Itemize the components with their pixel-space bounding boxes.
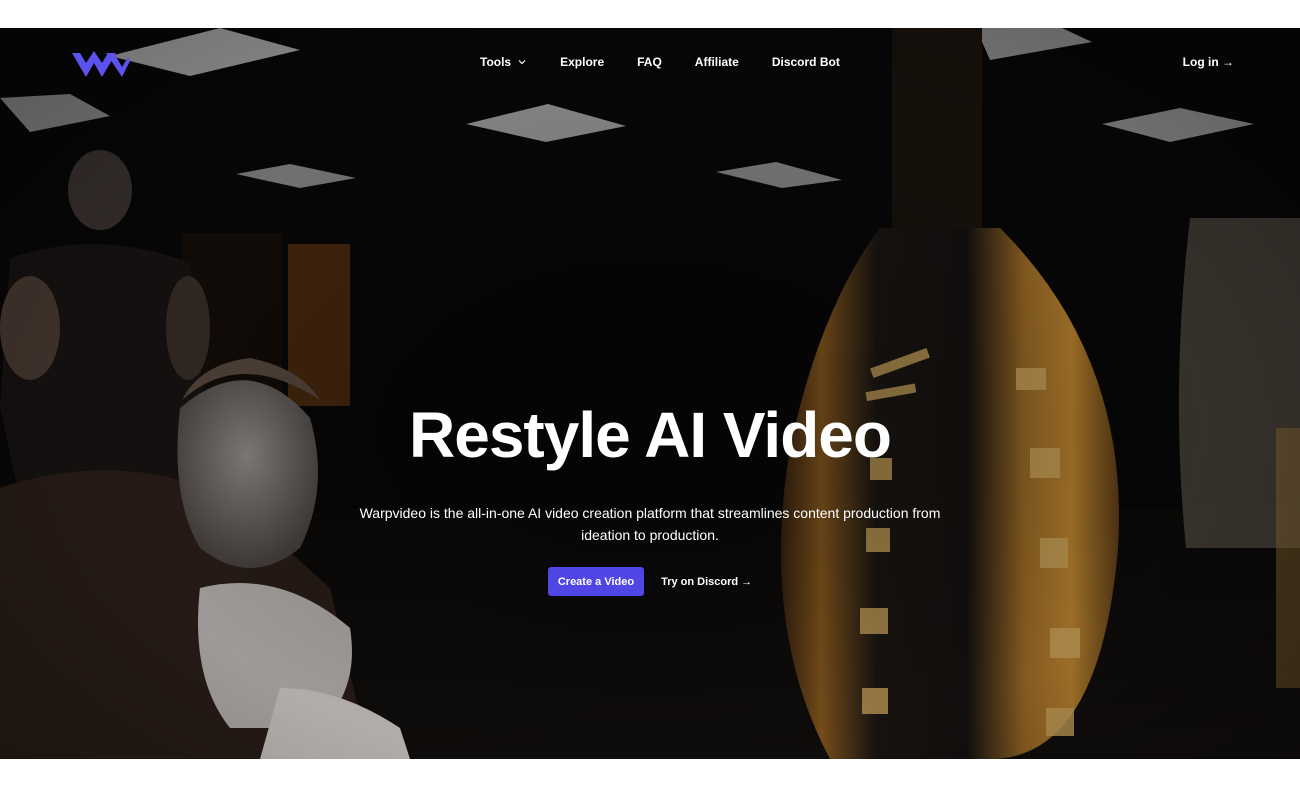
nav-affiliate[interactable]: Affiliate [695, 55, 739, 69]
nav-links: Tools Explore FAQ Affiliate Discord Bot [480, 55, 840, 69]
warpvideo-w-logo-icon[interactable] [70, 49, 130, 81]
hero-background-video [0, 28, 1300, 759]
nav-tools[interactable]: Tools [480, 55, 527, 69]
try-on-discord-link[interactable]: Try on Discord → [661, 576, 752, 588]
create-video-button[interactable]: Create a Video [547, 567, 645, 596]
hero-subtitle: Warpvideo is the all-in-one AI video cre… [359, 505, 941, 543]
nav-discord-bot[interactable]: Discord Bot [772, 55, 840, 69]
page: Tools Explore FAQ Affiliate Discord Bot … [0, 0, 1300, 788]
hero-title: Restyle AI Video [409, 399, 892, 471]
hero-content: Restyle AI Video Warpvideo is the all-in… [0, 396, 1300, 596]
nav-faq[interactable]: FAQ [637, 55, 662, 69]
top-navigation: Tools Explore FAQ Affiliate Discord Bot … [0, 28, 1300, 102]
hero-section: Tools Explore FAQ Affiliate Discord Bot … [0, 28, 1300, 759]
nav-tools-label: Tools [480, 55, 512, 69]
chevron-down-icon [518, 60, 526, 65]
hero-actions: Create a Video Try on Discord → [0, 567, 1300, 596]
login-link[interactable]: Log in → [1183, 55, 1234, 69]
nav-explore[interactable]: Explore [560, 55, 604, 69]
